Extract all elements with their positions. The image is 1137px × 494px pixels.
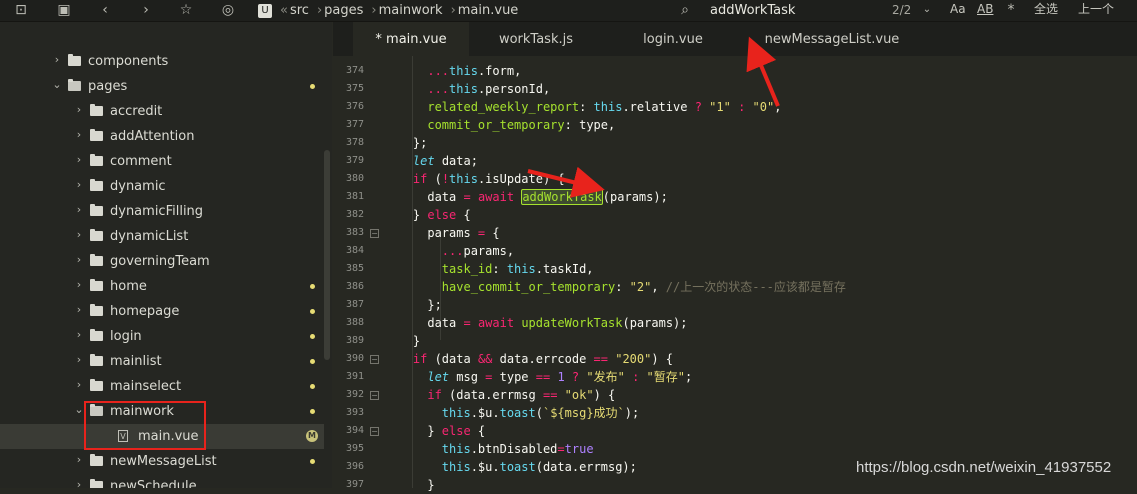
annotation-arrows	[527, 36, 780, 198]
arrow-to-function	[527, 166, 605, 198]
arrow-to-tab	[746, 36, 780, 107]
